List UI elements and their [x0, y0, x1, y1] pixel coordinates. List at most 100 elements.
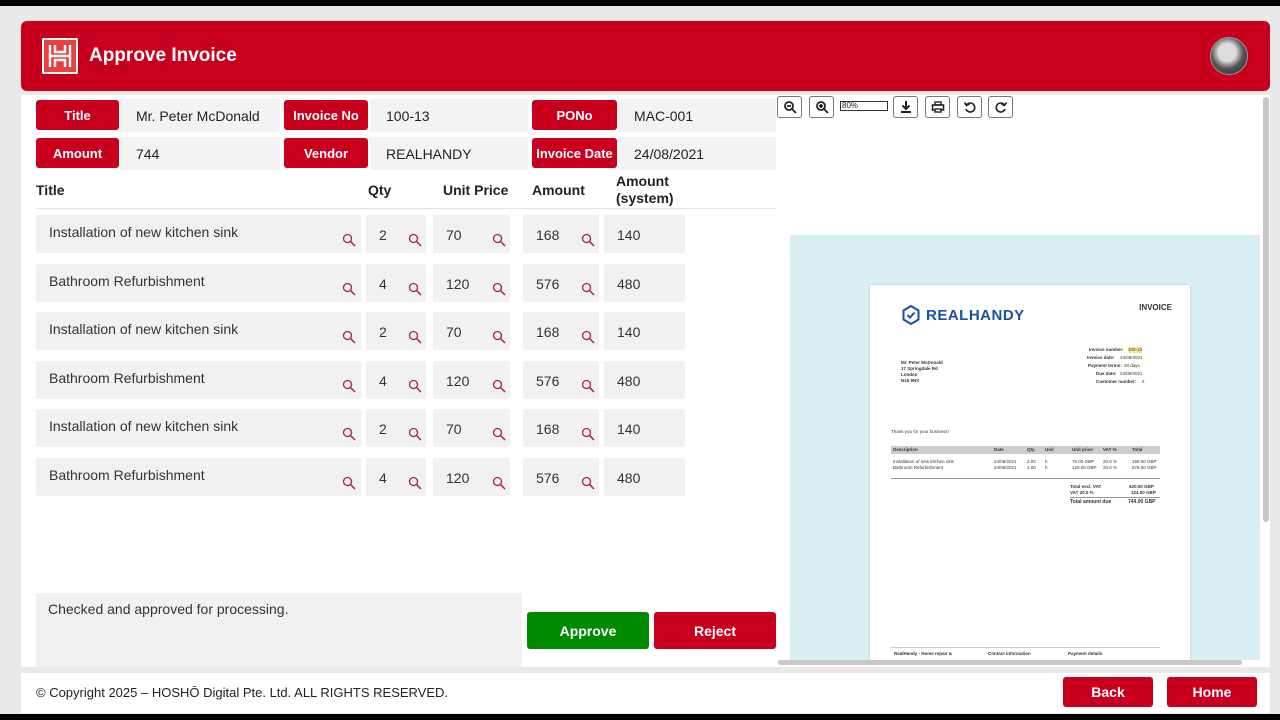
search-icon[interactable]: [581, 427, 595, 441]
zoom-level-input[interactable]: 80%: [840, 101, 888, 111]
doc-total-due-label: Total amount due: [1070, 499, 1112, 505]
item-qty: 2: [379, 324, 387, 341]
item-qty-cell[interactable]: 2: [366, 409, 426, 448]
item-amount-system-cell: 140: [604, 215, 685, 253]
item-unit-price-cell[interactable]: 70: [433, 312, 510, 351]
vendor-label: Vendor: [284, 138, 368, 168]
item-amount-system-cell: 480: [604, 360, 685, 399]
invoice-document-page: REALHANDY INVOICE Invoice number: 100-13…: [870, 285, 1190, 660]
item-amount: 576: [536, 275, 560, 292]
doc-footer-contact: Contact information: [988, 651, 1031, 656]
search-icon[interactable]: [342, 330, 356, 344]
search-icon[interactable]: [492, 282, 506, 296]
item-amount-system-cell: 140: [604, 312, 685, 351]
search-icon[interactable]: [581, 476, 595, 490]
item-qty-cell[interactable]: 4: [366, 458, 426, 496]
search-icon[interactable]: [408, 379, 422, 393]
item-unit-price-cell[interactable]: 120: [433, 360, 510, 399]
doc-line-cell: 4.00: [1027, 465, 1036, 470]
search-icon[interactable]: [492, 476, 506, 490]
item-amount-cell[interactable]: 168: [523, 409, 599, 448]
approve-button[interactable]: Approve: [527, 612, 649, 649]
viewer-vertical-scrollbar[interactable]: [1263, 97, 1269, 522]
search-icon[interactable]: [408, 427, 422, 441]
search-icon[interactable]: [408, 282, 422, 296]
search-icon[interactable]: [408, 330, 422, 344]
rotate-right-icon[interactable]: [988, 96, 1013, 118]
doc-payment-terms: 30 days: [1124, 363, 1140, 368]
hosho-logo-icon: [42, 38, 78, 74]
search-icon[interactable]: [581, 379, 595, 393]
item-title: Bathroom Refurbishment: [49, 272, 205, 289]
doc-line-cell: 20.0 %: [1103, 465, 1118, 470]
realhandy-shield-icon: [902, 305, 920, 325]
item-qty-cell[interactable]: 4: [366, 263, 426, 302]
item-amount-cell[interactable]: 168: [523, 312, 599, 351]
bottom-frame-edge: [0, 714, 1280, 720]
rotate-left-icon[interactable]: [957, 96, 982, 118]
doc-customer-number: 2: [1142, 379, 1145, 384]
home-button[interactable]: Home: [1167, 677, 1257, 707]
search-icon[interactable]: [342, 233, 356, 247]
search-icon[interactable]: [492, 233, 506, 247]
zoom-in-icon[interactable]: [809, 96, 834, 118]
item-title-cell[interactable]: Bathroom Refurbishment: [36, 263, 361, 302]
item-amount-cell[interactable]: 576: [523, 360, 599, 399]
item-title-cell[interactable]: Installation of new kitchen sink: [36, 312, 361, 351]
download-icon[interactable]: [893, 96, 918, 118]
invoice-date-value: 24/08/2021: [618, 137, 776, 170]
search-icon[interactable]: [408, 476, 422, 490]
item-amount-system: 140: [617, 227, 641, 243]
doc-thanks: Thank you for your business!: [891, 429, 949, 434]
table-header-divider: [36, 208, 776, 209]
item-title-cell[interactable]: Bathroom Refurbishment: [36, 458, 361, 496]
print-icon[interactable]: [925, 96, 950, 118]
search-icon[interactable]: [492, 330, 506, 344]
item-qty-cell[interactable]: 2: [366, 312, 426, 351]
zoom-out-icon[interactable]: [777, 96, 802, 118]
item-qty-cell[interactable]: 2: [366, 215, 426, 253]
item-unit-price-cell[interactable]: 120: [433, 263, 510, 302]
doc-col-header: VAT %: [1103, 447, 1117, 452]
doc-footer-divider: [891, 647, 1160, 648]
reject-button[interactable]: Reject: [654, 612, 776, 649]
doc-invoice-date-label: Invoice date:: [1087, 355, 1115, 360]
doc-footer-company: RealHandy - Home repair &: [894, 651, 953, 656]
search-icon[interactable]: [408, 233, 422, 247]
item-unit-price-cell[interactable]: 70: [433, 215, 510, 253]
item-unit-price: 70: [446, 421, 462, 438]
item-title-cell[interactable]: Installation of new kitchen sink: [36, 215, 361, 253]
search-icon[interactable]: [581, 233, 595, 247]
search-icon[interactable]: [342, 427, 356, 441]
item-amount-cell[interactable]: 576: [523, 263, 599, 302]
doc-total-divider: [1070, 497, 1160, 498]
item-amount: 168: [536, 227, 560, 243]
user-avatar[interactable]: [1210, 37, 1248, 75]
item-qty: 4: [379, 470, 387, 486]
item-qty-cell[interactable]: 4: [366, 360, 426, 399]
item-amount: 576: [536, 470, 560, 486]
app-header: Approve Invoice: [21, 21, 1270, 91]
search-icon[interactable]: [342, 282, 356, 296]
search-icon[interactable]: [342, 476, 356, 490]
item-amount-cell[interactable]: 168: [523, 215, 599, 253]
item-qty: 4: [379, 275, 387, 292]
item-unit-price-cell[interactable]: 120: [433, 458, 510, 496]
item-amount-cell[interactable]: 576: [523, 458, 599, 496]
search-icon[interactable]: [342, 379, 356, 393]
item-amount: 168: [536, 324, 560, 341]
item-unit-price-cell[interactable]: 70: [433, 409, 510, 448]
search-icon[interactable]: [492, 379, 506, 393]
top-frame-edge: [0, 0, 1280, 6]
search-icon[interactable]: [492, 427, 506, 441]
item-title-cell[interactable]: Installation of new kitchen sink: [36, 409, 361, 448]
search-icon[interactable]: [581, 282, 595, 296]
comments-field[interactable]: Checked and approved for processing.: [36, 593, 522, 667]
search-icon[interactable]: [581, 330, 595, 344]
doc-line-cell: Bathroom Refurbishment: [893, 465, 944, 470]
doc-due-date: 23/09/2021: [1120, 371, 1143, 376]
viewer-horizontal-scrollbar[interactable]: [778, 660, 1242, 665]
back-button[interactable]: Back: [1063, 677, 1153, 707]
doc-vat: 124.00 GBP: [1131, 490, 1156, 495]
item-title-cell[interactable]: Bathroom Refurbishment: [36, 360, 361, 399]
